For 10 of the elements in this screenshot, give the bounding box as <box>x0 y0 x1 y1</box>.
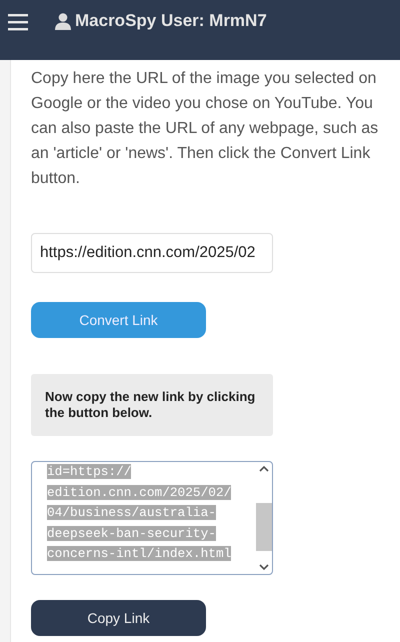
notice-text: Now copy the new link by clicking the button below. <box>45 389 256 421</box>
user-icon <box>55 12 71 30</box>
app-title: MacroSpy User: MrmN7 <box>75 11 267 31</box>
url-field[interactable]: https://edition.cnn.com/2025/02 <box>31 233 273 273</box>
menu-icon[interactable] <box>8 13 28 31</box>
scroll-down-icon[interactable] <box>259 564 269 571</box>
copy-link-button[interactable]: Copy Link <box>31 600 206 636</box>
scroll-thumb[interactable] <box>256 503 272 551</box>
instructions-text: Copy here the URL of the image you selected on Google or the video you chose on YouTube. You can also paste the URL of any webpage, such as an 'article' or 'news'. Then click the Convert Link button. <box>31 69 380 189</box>
scroll-up-icon[interactable] <box>259 465 269 472</box>
